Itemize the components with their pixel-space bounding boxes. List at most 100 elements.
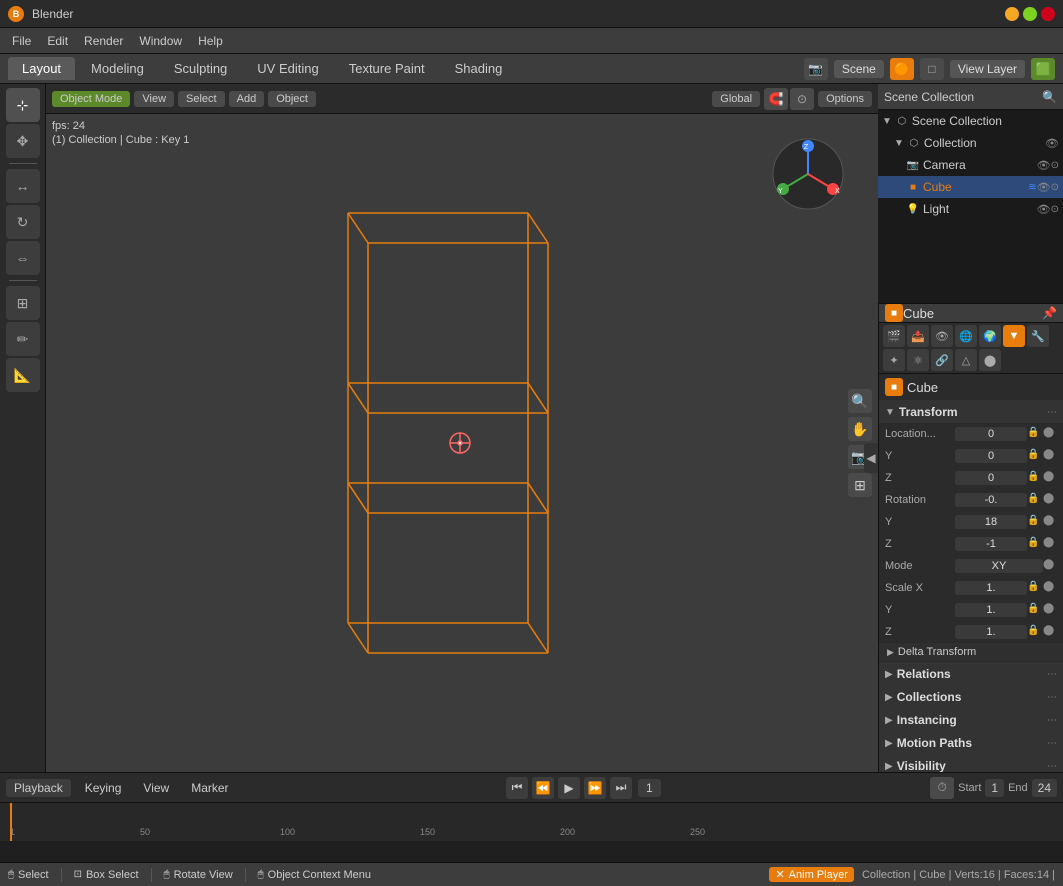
loc-z-lock[interactable]: 🔒 xyxy=(1027,471,1041,485)
status-object-context[interactable]: 🖱 Object Context Menu xyxy=(258,869,371,881)
status-rotate-view[interactable]: 🖱 Rotate View xyxy=(164,869,233,881)
outliner-camera[interactable]: 📷 Camera 👁 ⊙ xyxy=(878,154,1063,176)
tab-uv-editing[interactable]: UV Editing xyxy=(243,57,332,80)
minimize-button[interactable] xyxy=(1005,7,1019,21)
start-frame[interactable]: 1 xyxy=(985,779,1004,797)
scale-z-value[interactable]: 1. xyxy=(955,625,1027,639)
prop-icon-scene[interactable]: 🌐 xyxy=(955,325,977,347)
scale-lock[interactable]: 🔒 xyxy=(1027,581,1041,595)
viewport-canvas[interactable]: fps: 24 (1) Collection | Cube : Key 1 xyxy=(46,114,878,772)
mode-dot[interactable]: ⬤ xyxy=(1043,559,1057,573)
prop-icon-material[interactable]: ⬤ xyxy=(979,349,1001,371)
prop-icon-world[interactable]: 🌍 xyxy=(979,325,1001,347)
loc-dot-icon[interactable]: ⬤ xyxy=(1043,427,1057,441)
rot-y-lock[interactable]: 🔒 xyxy=(1027,515,1041,529)
layer-green-btn[interactable]: 🟩 xyxy=(1031,58,1055,80)
rot-lock[interactable]: 🔒 xyxy=(1027,493,1041,507)
tab-sculpting[interactable]: Sculpting xyxy=(160,57,241,80)
view-btn[interactable]: View xyxy=(134,91,174,107)
view-layer-label[interactable]: View Layer xyxy=(950,60,1025,78)
loc-y-lock[interactable]: 🔒 xyxy=(1027,449,1041,463)
jump-start-btn[interactable]: ⏮ xyxy=(506,777,528,799)
transform-tool[interactable]: ↔ xyxy=(6,169,40,203)
prop-icon-constraints[interactable]: 🔗 xyxy=(931,349,953,371)
transform-header[interactable]: ▼ Transform ⋯ xyxy=(879,401,1063,423)
viewport[interactable]: Object Mode View Select Add Object Globa… xyxy=(46,84,878,772)
scale-dot[interactable]: ⬤ xyxy=(1043,581,1057,595)
maximize-button[interactable] xyxy=(1023,7,1037,21)
transform-global-btn[interactable]: Global xyxy=(712,91,760,107)
tab-texture-paint[interactable]: Texture Paint xyxy=(335,57,439,80)
scale-y-lock[interactable]: 🔒 xyxy=(1027,603,1041,617)
rot-y-dot[interactable]: ⬤ xyxy=(1043,515,1057,529)
status-select[interactable]: 🖱 Select xyxy=(8,869,49,881)
tab-shading[interactable]: Shading xyxy=(441,57,517,80)
render-icon[interactable]: □ xyxy=(920,58,944,80)
location-x-value[interactable]: 0 xyxy=(955,427,1027,441)
delta-transform-subsection[interactable]: ▶ Delta Transform xyxy=(879,643,1063,662)
menu-file[interactable]: File xyxy=(4,31,39,51)
relations-header[interactable]: ▶ Relations ⋯ xyxy=(879,663,1063,685)
play-btn[interactable]: ▶ xyxy=(558,777,580,799)
outliner-light[interactable]: 💡 Light 👁 ⊙ xyxy=(878,198,1063,220)
navigation-gizmo[interactable]: Z X Y xyxy=(768,134,848,217)
options-btn[interactable]: Options xyxy=(818,91,872,107)
prop-icon-view[interactable]: 👁 xyxy=(931,325,953,347)
timeline-area[interactable]: 1 50 100 150 200 250 xyxy=(0,802,1063,862)
rot-dot[interactable]: ⬤ xyxy=(1043,493,1057,507)
scale-tool[interactable]: ⇔ xyxy=(6,241,40,275)
object-btn[interactable]: Object xyxy=(268,91,316,107)
loc-y-dot[interactable]: ⬤ xyxy=(1043,449,1057,463)
zoom-in-btn[interactable]: 🔍 xyxy=(848,389,872,413)
cursor-tool[interactable]: ⊹ xyxy=(6,88,40,122)
menu-edit[interactable]: Edit xyxy=(39,31,76,51)
visibility-header[interactable]: ▶ Visibility ⋯ xyxy=(879,755,1063,772)
scene-label[interactable]: Scene xyxy=(834,60,884,78)
rot-z-lock[interactable]: 🔒 xyxy=(1027,537,1041,551)
rotation-z-value[interactable]: -1 xyxy=(955,537,1027,551)
prop-icon-render[interactable]: 🎬 xyxy=(883,325,905,347)
prop-icon-object[interactable]: ▼ xyxy=(1003,325,1025,347)
light-restrict[interactable]: ⊙ xyxy=(1051,204,1059,215)
motion-paths-header[interactable]: ▶ Motion Paths ⋯ xyxy=(879,732,1063,754)
location-z-value[interactable]: 0 xyxy=(955,471,1027,485)
rotate-tool[interactable]: ↻ xyxy=(6,205,40,239)
snap-icon[interactable]: 🧲 xyxy=(764,88,788,110)
transform2-tool[interactable]: ⊞ xyxy=(6,286,40,320)
tab-layout[interactable]: Layout xyxy=(8,57,75,80)
camera-restrict[interactable]: ⊙ xyxy=(1051,160,1059,171)
menu-render[interactable]: Render xyxy=(76,31,131,51)
location-y-value[interactable]: 0 xyxy=(955,449,1027,463)
menu-window[interactable]: Window xyxy=(131,31,190,51)
status-box-select[interactable]: ⊡ Box Select xyxy=(74,869,139,881)
current-frame[interactable]: 1 xyxy=(638,779,661,797)
anim-player-badge[interactable]: ✕ Anim Player xyxy=(769,867,854,882)
scale-x-value[interactable]: 1. xyxy=(955,581,1027,595)
proportional-icon[interactable]: ⊙ xyxy=(790,88,814,110)
quad-view-btn[interactable]: ⊞ xyxy=(848,473,872,497)
measure-tool[interactable]: 📐 xyxy=(6,358,40,392)
object-mode-btn[interactable]: Object Mode xyxy=(52,91,130,107)
collection-visibility[interactable]: 👁 xyxy=(1045,137,1059,150)
step-back-btn[interactable]: ⏪ xyxy=(532,777,554,799)
prop-icon-modifier[interactable]: 🔧 xyxy=(1027,325,1049,347)
jump-end-btn[interactable]: ⏭ xyxy=(610,777,632,799)
prop-icon-output[interactable]: 📤 xyxy=(907,325,929,347)
outliner-cube[interactable]: ■ Cube ≋ 👁 ⊙ xyxy=(878,176,1063,198)
select-btn[interactable]: Select xyxy=(178,91,225,107)
prop-icon-particles[interactable]: ✦ xyxy=(883,349,905,371)
menu-help[interactable]: Help xyxy=(190,31,231,51)
tab-modeling[interactable]: Modeling xyxy=(77,57,158,80)
rotation-x-value[interactable]: -0. xyxy=(955,493,1027,507)
cube-visibility[interactable]: 👁 xyxy=(1037,181,1051,194)
prop-icon-data[interactable]: △ xyxy=(955,349,977,371)
properties-pin[interactable]: 📌 xyxy=(1042,306,1057,320)
scene-orange-btn[interactable]: 🟠 xyxy=(890,58,914,80)
rot-z-dot[interactable]: ⬤ xyxy=(1043,537,1057,551)
loc-lock-icon[interactable]: 🔒 xyxy=(1027,427,1041,441)
scale-y-value[interactable]: 1. xyxy=(955,603,1027,617)
camera-icon-btn[interactable]: 📷 xyxy=(804,58,828,80)
outliner-search-icon[interactable]: 🔍 xyxy=(1042,90,1057,104)
end-frame[interactable]: 24 xyxy=(1032,779,1057,797)
move-tool[interactable]: ✥ xyxy=(6,124,40,158)
